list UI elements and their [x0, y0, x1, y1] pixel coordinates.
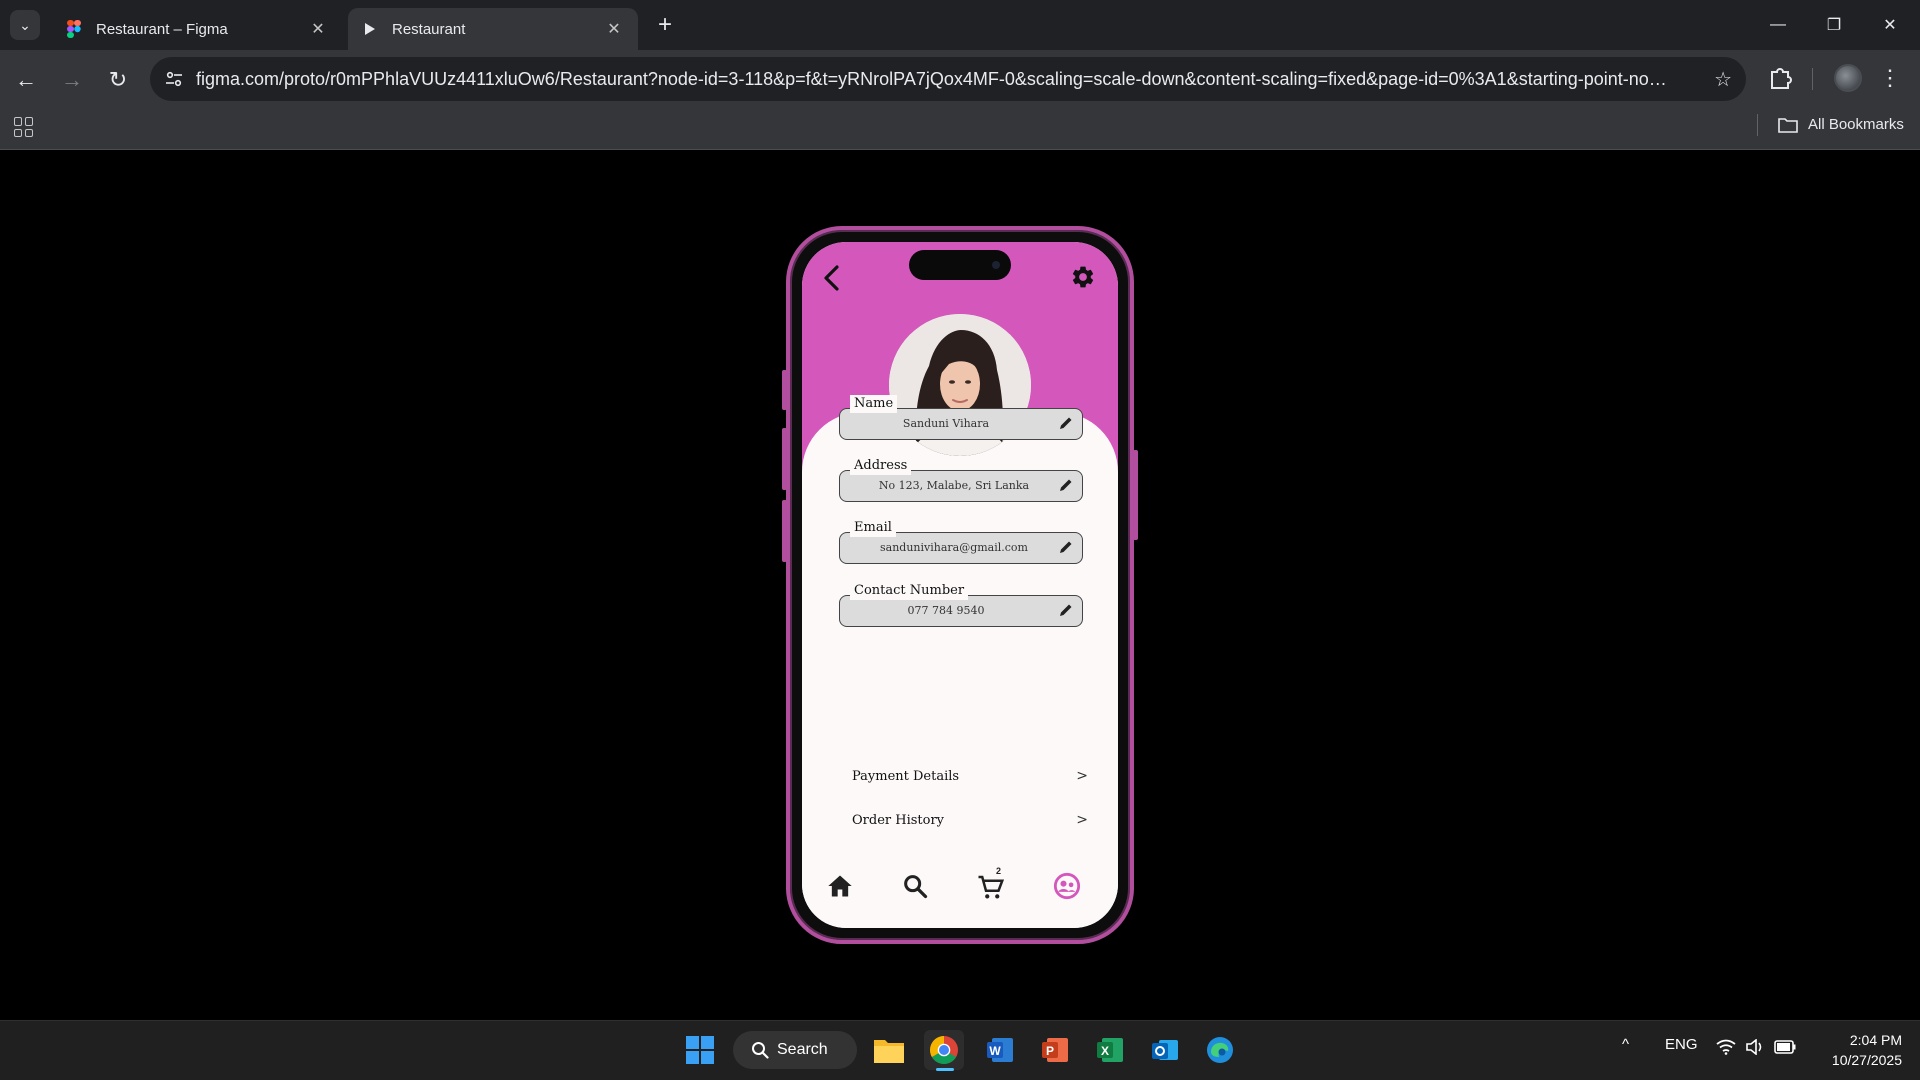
all-bookmarks-label: All Bookmarks [1808, 116, 1904, 133]
svg-text:P: P [1046, 1044, 1054, 1058]
edit-pencil-icon[interactable] [1058, 415, 1074, 431]
browser-menu-icon[interactable]: ⋮ [1879, 62, 1901, 94]
active-app-indicator [936, 1068, 954, 1071]
new-tab-button[interactable]: + [650, 10, 680, 40]
site-info-icon[interactable] [162, 67, 186, 91]
email-label: Email [850, 519, 896, 537]
language-indicator[interactable]: ENG [1665, 1036, 1698, 1053]
chrome-icon[interactable] [924, 1030, 964, 1070]
order-history-row[interactable]: Order History > [852, 808, 1088, 832]
battery-icon[interactable] [1774, 1040, 1796, 1058]
bookmarks-bar [0, 108, 1920, 150]
address-field[interactable]: Address No 123, Malabe, Sri Lanka [839, 457, 1083, 502]
bookmarks-divider [1757, 114, 1758, 136]
close-tab-icon[interactable]: ✕ [308, 19, 328, 39]
tab-restaurant[interactable]: Restaurant ✕ [348, 8, 638, 50]
name-value: Sanduni Vihara [902, 417, 990, 430]
restore-button[interactable]: ❐ [1806, 0, 1862, 50]
wifi-icon[interactable] [1716, 1039, 1736, 1059]
windows-start-icon[interactable] [680, 1030, 720, 1070]
dynamic-island [909, 250, 1011, 280]
clock-date: 10/27/2025 [1831, 1052, 1902, 1068]
tab-label: Restaurant – Figma [96, 20, 228, 38]
tab-strip: ⌄ Restaurant – Figma ✕ Restaurant ✕ + — … [0, 0, 1920, 50]
edit-pencil-icon[interactable] [1058, 477, 1074, 493]
phone-screen: Name Sanduni Vihara Address No 123, Mala… [802, 242, 1118, 928]
minimize-button[interactable]: — [1750, 0, 1806, 50]
profile-icon[interactable] [1053, 872, 1083, 902]
folder-icon [1778, 117, 1798, 133]
word-icon[interactable]: W [980, 1030, 1020, 1070]
back-nav-button[interactable]: ← [10, 64, 42, 96]
contact-number-field[interactable]: Contact Number 077 784 9540 [839, 582, 1083, 627]
close-window-button[interactable]: ✕ [1862, 0, 1918, 50]
url-text: figma.com/proto/r0mPPhlaVUUz4411xluOw6/R… [196, 69, 1676, 89]
cart-count-badge: 2 [996, 866, 1002, 876]
outlook-icon[interactable] [1145, 1030, 1185, 1070]
extensions-icon[interactable] [1768, 64, 1796, 92]
system-clock[interactable]: 2:04 PM 10/27/2025 [1812, 1030, 1902, 1070]
toolbar-divider [1812, 68, 1813, 90]
tab-label: Restaurant [392, 20, 466, 38]
search-icon [752, 1042, 769, 1059]
gear-icon [1072, 266, 1094, 288]
address-value: No 123, Malabe, Sri Lanka [878, 479, 1030, 492]
apps-grid-icon[interactable] [14, 117, 34, 137]
close-tab-icon[interactable]: ✕ [604, 19, 624, 39]
order-history-label: Order History [852, 812, 945, 828]
chevron-right-icon: > [1076, 768, 1088, 784]
browser-toolbar: ← → ↻ figma.com/proto/r0mPPhlaVUUz4411xl… [0, 50, 1920, 108]
search-icon[interactable] [901, 872, 931, 902]
back-button[interactable] [816, 260, 846, 296]
clock-time: 2:04 PM [1849, 1032, 1902, 1048]
edge-icon[interactable] [1200, 1030, 1240, 1070]
tab-search-button[interactable]: ⌄ [10, 10, 40, 40]
profile-avatar[interactable] [1834, 64, 1862, 92]
email-field[interactable]: Email sanduniviharа@gmail.com [839, 519, 1083, 564]
bottom-navigation: 2 [802, 864, 1118, 910]
address-bar[interactable]: figma.com/proto/r0mPPhlaVUUz4411xluOw6/R… [150, 57, 1746, 101]
email-value: sanduniviharа@gmail.com [880, 541, 1028, 554]
powerpoint-icon[interactable]: P [1035, 1030, 1075, 1070]
figma-icon [66, 20, 82, 38]
volume-icon[interactable] [1746, 1038, 1764, 1059]
settings-button[interactable] [1070, 264, 1096, 290]
contact-number-label: Contact Number [850, 582, 969, 600]
payment-details-row[interactable]: Payment Details > [852, 764, 1088, 788]
excel-icon[interactable]: X [1090, 1030, 1130, 1070]
name-field[interactable]: Name Sanduni Vihara [839, 395, 1083, 440]
name-label: Name [850, 395, 898, 413]
reload-button[interactable]: ↻ [102, 64, 134, 96]
svg-text:W: W [989, 1044, 1001, 1058]
show-hidden-icons-icon[interactable]: ^ [1622, 1036, 1629, 1053]
file-explorer-icon[interactable] [869, 1030, 909, 1070]
edit-pencil-icon[interactable] [1058, 539, 1074, 555]
taskbar-search-label: Search [777, 1041, 828, 1058]
payment-details-label: Payment Details [852, 768, 960, 784]
tab-figma[interactable]: Restaurant – Figma ✕ [52, 8, 342, 50]
all-bookmarks-button[interactable]: All Bookmarks [1778, 116, 1904, 133]
forward-nav-button[interactable]: → [56, 64, 88, 96]
bookmark-star-icon[interactable]: ☆ [1714, 67, 1732, 92]
home-icon[interactable] [826, 872, 856, 902]
address-label: Address [850, 457, 912, 475]
contact-number-value: 077 784 9540 [907, 604, 985, 617]
svg-text:X: X [1101, 1044, 1109, 1058]
play-icon [362, 21, 378, 37]
edit-pencil-icon[interactable] [1058, 602, 1074, 618]
cart-icon[interactable]: 2 [976, 866, 1006, 902]
chevron-left-icon [824, 265, 839, 291]
chevron-right-icon: > [1076, 812, 1088, 828]
taskbar-search[interactable]: Search [733, 1031, 857, 1069]
